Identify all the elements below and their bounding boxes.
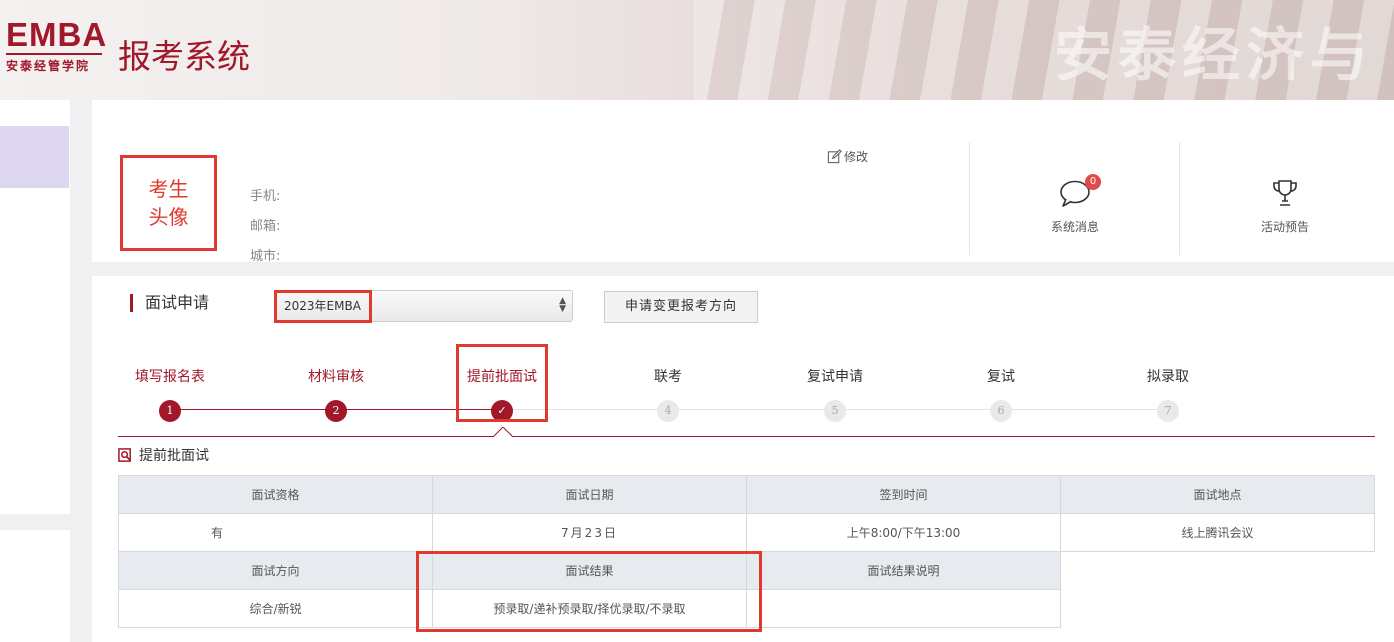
section-title: 面试申请: [130, 294, 209, 312]
select-arrows-icon: ▲ ▼: [559, 296, 566, 314]
logo-emba: EMBA: [6, 16, 108, 53]
logo-school-name: 安泰经管学院: [6, 59, 91, 73]
step-fill-form[interactable]: 填写报名表 1: [110, 366, 230, 422]
step-number: 4: [657, 400, 679, 422]
cell-result-note: [746, 589, 1061, 628]
system-title: 报考系统: [118, 37, 250, 76]
content-divider: [118, 436, 1375, 437]
header-cell-date: 面试日期: [432, 475, 747, 514]
table-header-row: 面试资格 面试日期 签到时间 面试地点: [118, 475, 1375, 514]
edit-icon: [827, 149, 842, 164]
divider: [969, 142, 970, 255]
avatar-text-line2: 头像: [148, 205, 189, 229]
step-joint-exam[interactable]: 联考 4: [608, 366, 728, 422]
step-number: 1: [159, 400, 181, 422]
cell-location: 线上腾讯会议: [1060, 513, 1375, 552]
cell-date: 7月23日: [432, 513, 747, 552]
empty-cell: [1060, 551, 1375, 590]
divider: [1179, 142, 1180, 255]
cell-direction: 综合/新锐: [118, 589, 433, 628]
step-retest[interactable]: 复试 6: [941, 366, 1061, 422]
search-document-icon: [118, 447, 131, 462]
header-cell-qualification: 面试资格: [118, 475, 433, 514]
event-preview-label: 活动预告: [1260, 220, 1309, 234]
interview-panel: 面试申请 2023年EMBA ▲ ▼ 申请变更报考方向 填写报名表 1 材料审核 …: [92, 276, 1394, 642]
step-label: 填写报名表: [135, 369, 205, 385]
avatar[interactable]: 考生 头像: [120, 155, 217, 251]
cell-qualification: 有: [118, 513, 433, 552]
phone-label: 手机:: [250, 189, 281, 204]
annotation-highlight-step: [456, 344, 548, 422]
header-background-text: 安泰经济与: [1053, 21, 1374, 89]
step-admission[interactable]: 拟录取 7: [1108, 366, 1228, 422]
sidebar-active-item[interactable]: [0, 126, 69, 188]
message-count-badge: 0: [1085, 174, 1101, 190]
step-number: 5: [824, 400, 846, 422]
subsection-title: 提前批面试: [118, 445, 209, 465]
logo-divider: [6, 53, 102, 55]
edit-profile-link[interactable]: 修改: [827, 148, 868, 165]
step-label: 联考: [654, 369, 682, 385]
annotation-highlight-result: [416, 551, 762, 632]
header-cell-direction: 面试方向: [118, 551, 433, 590]
step-number: 2: [325, 400, 347, 422]
step-number: 6: [990, 400, 1012, 422]
system-messages-label: 系统消息: [1050, 220, 1099, 234]
header-cell-checkin-time: 签到时间: [746, 475, 1061, 514]
edit-label: 修改: [844, 150, 869, 164]
step-label: 复试: [987, 369, 1015, 385]
trophy-icon: [1273, 180, 1297, 206]
system-messages-button[interactable]: 0 系统消息: [1015, 170, 1135, 235]
step-material-review[interactable]: 材料审核 2: [276, 366, 396, 422]
header: 安泰经济与 EMBA 安泰经管学院 报考系统: [0, 0, 1394, 100]
header-cell-result-note: 面试结果说明: [746, 551, 1061, 590]
email-label: 邮箱:: [250, 219, 281, 234]
annotation-highlight-select: [274, 290, 372, 323]
step-retest-application[interactable]: 复试申请 5: [775, 366, 895, 422]
active-step-pointer: [493, 427, 513, 437]
step-number: 7: [1157, 400, 1179, 422]
step-label: 拟录取: [1147, 369, 1189, 385]
sidebar-lower: [0, 530, 70, 642]
cell-checkin-time: 上午8:00/下午13:00: [746, 513, 1061, 552]
header-cell-location: 面试地点: [1060, 475, 1375, 514]
change-direction-button[interactable]: 申请变更报考方向: [604, 291, 758, 323]
subsection-title-text: 提前批面试: [139, 448, 209, 464]
table-row: 有 7月23日 上午8:00/下午13:00 线上腾讯会议: [118, 513, 1375, 552]
avatar-text-line1: 考生: [148, 177, 189, 201]
profile-card: 考生 头像 手机: 邮箱: 城市: 修改 0 系统消息 活动预告: [92, 100, 1394, 264]
logo[interactable]: EMBA 安泰经管学院: [6, 18, 107, 74]
event-preview-button[interactable]: 活动预告: [1225, 170, 1345, 235]
city-label: 城市:: [250, 249, 281, 264]
step-label: 材料审核: [308, 369, 364, 385]
empty-cell: [1060, 589, 1375, 628]
step-label: 复试申请: [807, 369, 863, 385]
